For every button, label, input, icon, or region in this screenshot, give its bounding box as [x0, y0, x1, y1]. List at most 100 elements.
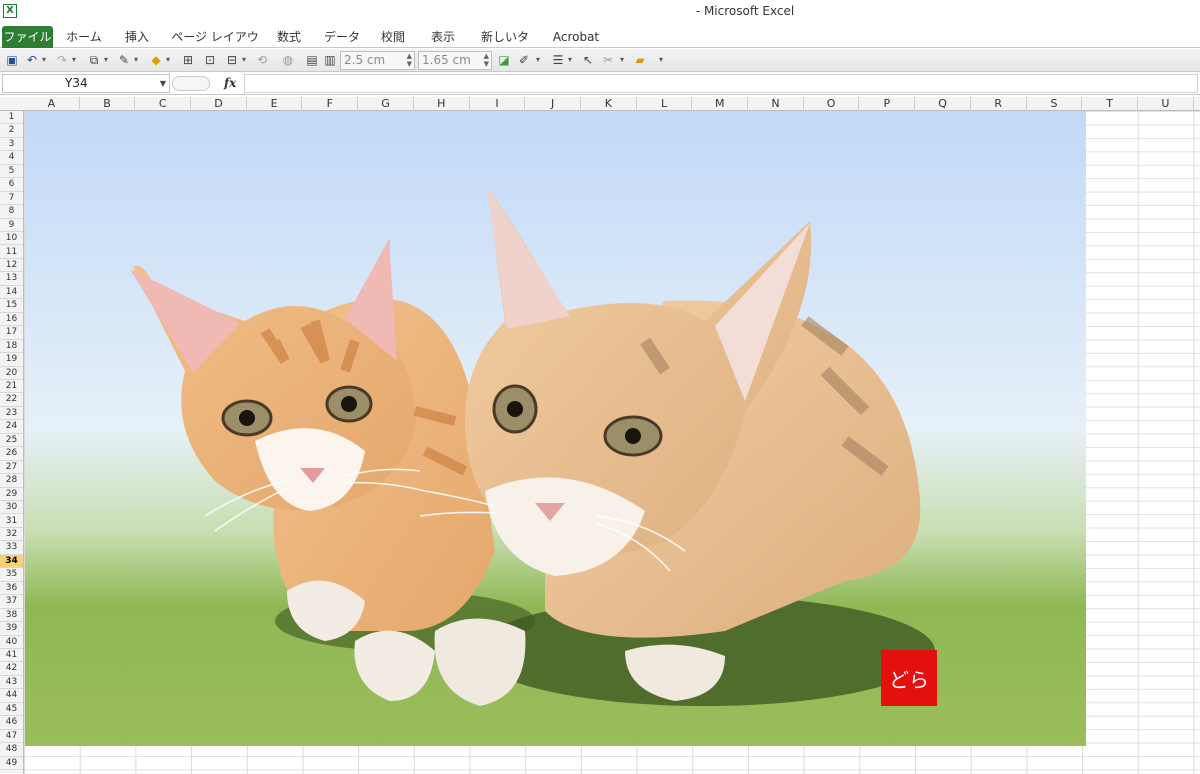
row-header-37[interactable]: 37	[0, 595, 23, 609]
column-header-f[interactable]: F	[303, 97, 359, 111]
row-header-27[interactable]: 27	[0, 461, 23, 475]
shape-height-input[interactable]: 2.5 cm ▲ ▼	[340, 51, 415, 70]
column-header-h[interactable]: H	[414, 97, 470, 111]
undo-dropdown-icon[interactable]: ▾	[42, 52, 48, 68]
row-header-15[interactable]: 15	[0, 299, 23, 313]
rotate-icon[interactable]: ⟲	[254, 52, 270, 68]
formula-input[interactable]	[244, 74, 1198, 93]
tab-formulas[interactable]: 数式	[274, 27, 304, 47]
row-header-31[interactable]: 31	[0, 515, 23, 528]
distribute-dropdown-icon[interactable]: ▾	[242, 52, 248, 68]
column-header-e[interactable]: E	[247, 97, 303, 111]
select-icon[interactable]: ↖	[580, 52, 596, 68]
column-header-p[interactable]: P	[860, 97, 916, 111]
row-header-19[interactable]: 19	[0, 353, 23, 367]
line-style-dropdown-icon[interactable]: ▾	[536, 52, 542, 68]
row-header-30[interactable]: 30	[0, 501, 23, 515]
column-header-s[interactable]: S	[1027, 97, 1083, 111]
row-header-5[interactable]: 5	[0, 165, 23, 179]
line-weight-dropdown-icon[interactable]: ▾	[568, 52, 574, 68]
row-header-45[interactable]: 45	[0, 703, 23, 717]
row-header-13[interactable]: 13	[0, 272, 23, 286]
shape-outline-icon[interactable]: ✎	[116, 52, 132, 68]
column-header-q[interactable]: Q	[915, 97, 971, 111]
distribute-icon[interactable]: ⊟	[224, 52, 240, 68]
tab-data[interactable]: データ	[322, 27, 362, 47]
line-style-icon[interactable]: ✐	[516, 52, 532, 68]
tab-acrobat[interactable]: Acrobat	[550, 27, 602, 47]
fill-color-icon[interactable]: ◆	[148, 52, 164, 68]
formula-oval-button[interactable]	[172, 76, 210, 91]
row-header-22[interactable]: 22	[0, 393, 23, 407]
row-header-43[interactable]: 43	[0, 676, 23, 690]
row-header-34[interactable]: 34	[0, 554, 23, 569]
column-header-u[interactable]: U	[1138, 97, 1194, 111]
column-header-l[interactable]: L	[637, 97, 693, 111]
column-header-m[interactable]: M	[692, 97, 749, 111]
customize-icon[interactable]: ▾	[659, 52, 665, 68]
row-header-25[interactable]: 25	[0, 434, 23, 448]
shape-fill-dropdown-icon[interactable]: ▾	[104, 52, 110, 68]
redo-dropdown-icon[interactable]: ▾	[72, 52, 78, 68]
format-painter-icon[interactable]: ✂	[600, 52, 616, 68]
open-folder-icon[interactable]: ▰	[632, 52, 648, 68]
row-header-10[interactable]: 10	[0, 232, 23, 246]
row-header-46[interactable]: 46	[0, 716, 23, 730]
row-header-18[interactable]: 18	[0, 340, 23, 354]
row-header-33[interactable]: 33	[0, 541, 23, 555]
name-box[interactable]: Y34 ▼	[2, 74, 170, 93]
tab-page-layout[interactable]: ページ レイアウト	[170, 27, 260, 64]
row-header-16[interactable]: 16	[0, 313, 23, 327]
redo-icon[interactable]: ↷	[54, 52, 70, 68]
column-header-d[interactable]: D	[191, 97, 247, 111]
save-icon[interactable]: ▣	[4, 52, 20, 68]
send-backward-icon[interactable]: ▥	[322, 52, 338, 68]
format-painter-dropdown-icon[interactable]: ▾	[620, 52, 626, 68]
row-header-48[interactable]: 48	[0, 743, 23, 757]
column-header-g[interactable]: G	[358, 97, 414, 111]
row-header-7[interactable]: 7	[0, 192, 23, 206]
fill-color-dropdown-icon[interactable]: ▾	[166, 52, 172, 68]
undo-icon[interactable]: ↶	[24, 52, 40, 68]
column-header-a[interactable]: A	[24, 97, 80, 111]
height-spinner-icon[interactable]: ▲ ▼	[407, 52, 412, 68]
row-header-41[interactable]: 41	[0, 649, 23, 663]
row-header-35[interactable]: 35	[0, 568, 23, 582]
column-header-i[interactable]: I	[470, 97, 526, 111]
row-header-11[interactable]: 11	[0, 246, 23, 259]
fx-icon[interactable]: fx	[224, 74, 236, 92]
row-header-36[interactable]: 36	[0, 582, 23, 596]
row-header-9[interactable]: 9	[0, 219, 23, 233]
tab-file[interactable]: ファイル	[2, 26, 53, 48]
row-header-32[interactable]: 32	[0, 528, 23, 542]
row-header-4[interactable]: 4	[0, 151, 23, 165]
row-header-23[interactable]: 23	[0, 407, 23, 421]
column-header-c[interactable]: C	[135, 97, 192, 111]
row-header-49[interactable]: 49	[0, 757, 23, 771]
line-weight-icon[interactable]: ☰	[550, 52, 566, 68]
tab-new-tab[interactable]: 新しいタブ	[477, 27, 533, 64]
column-header-o[interactable]: O	[804, 97, 860, 111]
row-header-42[interactable]: 42	[0, 662, 23, 676]
row-header-40[interactable]: 40	[0, 636, 23, 649]
align-icon[interactable]: ⊡	[202, 52, 218, 68]
row-header-8[interactable]: 8	[0, 205, 23, 219]
row-header-20[interactable]: 20	[0, 367, 23, 380]
column-header-k[interactable]: K	[581, 97, 637, 111]
row-header-21[interactable]: 21	[0, 380, 23, 394]
row-header-6[interactable]: 6	[0, 178, 23, 192]
row-header-14[interactable]: 14	[0, 286, 23, 300]
row-header-44[interactable]: 44	[0, 689, 23, 703]
name-box-dropdown-icon[interactable]: ▼	[160, 75, 166, 92]
row-header-28[interactable]: 28	[0, 474, 23, 488]
width-spinner-icon[interactable]: ▲ ▼	[484, 52, 489, 68]
outline-dropdown-icon[interactable]: ▾	[134, 52, 140, 68]
tab-view[interactable]: 表示	[428, 27, 458, 47]
tab-insert[interactable]: 挿入	[122, 27, 152, 47]
row-header-12[interactable]: 12	[0, 259, 23, 273]
column-header-j[interactable]: J	[525, 97, 581, 111]
row-header-26[interactable]: 26	[0, 447, 23, 461]
tab-review[interactable]: 校閲	[378, 27, 408, 47]
kittens-picture[interactable]: どら	[25, 111, 1086, 746]
group-icon[interactable]: ⊞	[180, 52, 196, 68]
